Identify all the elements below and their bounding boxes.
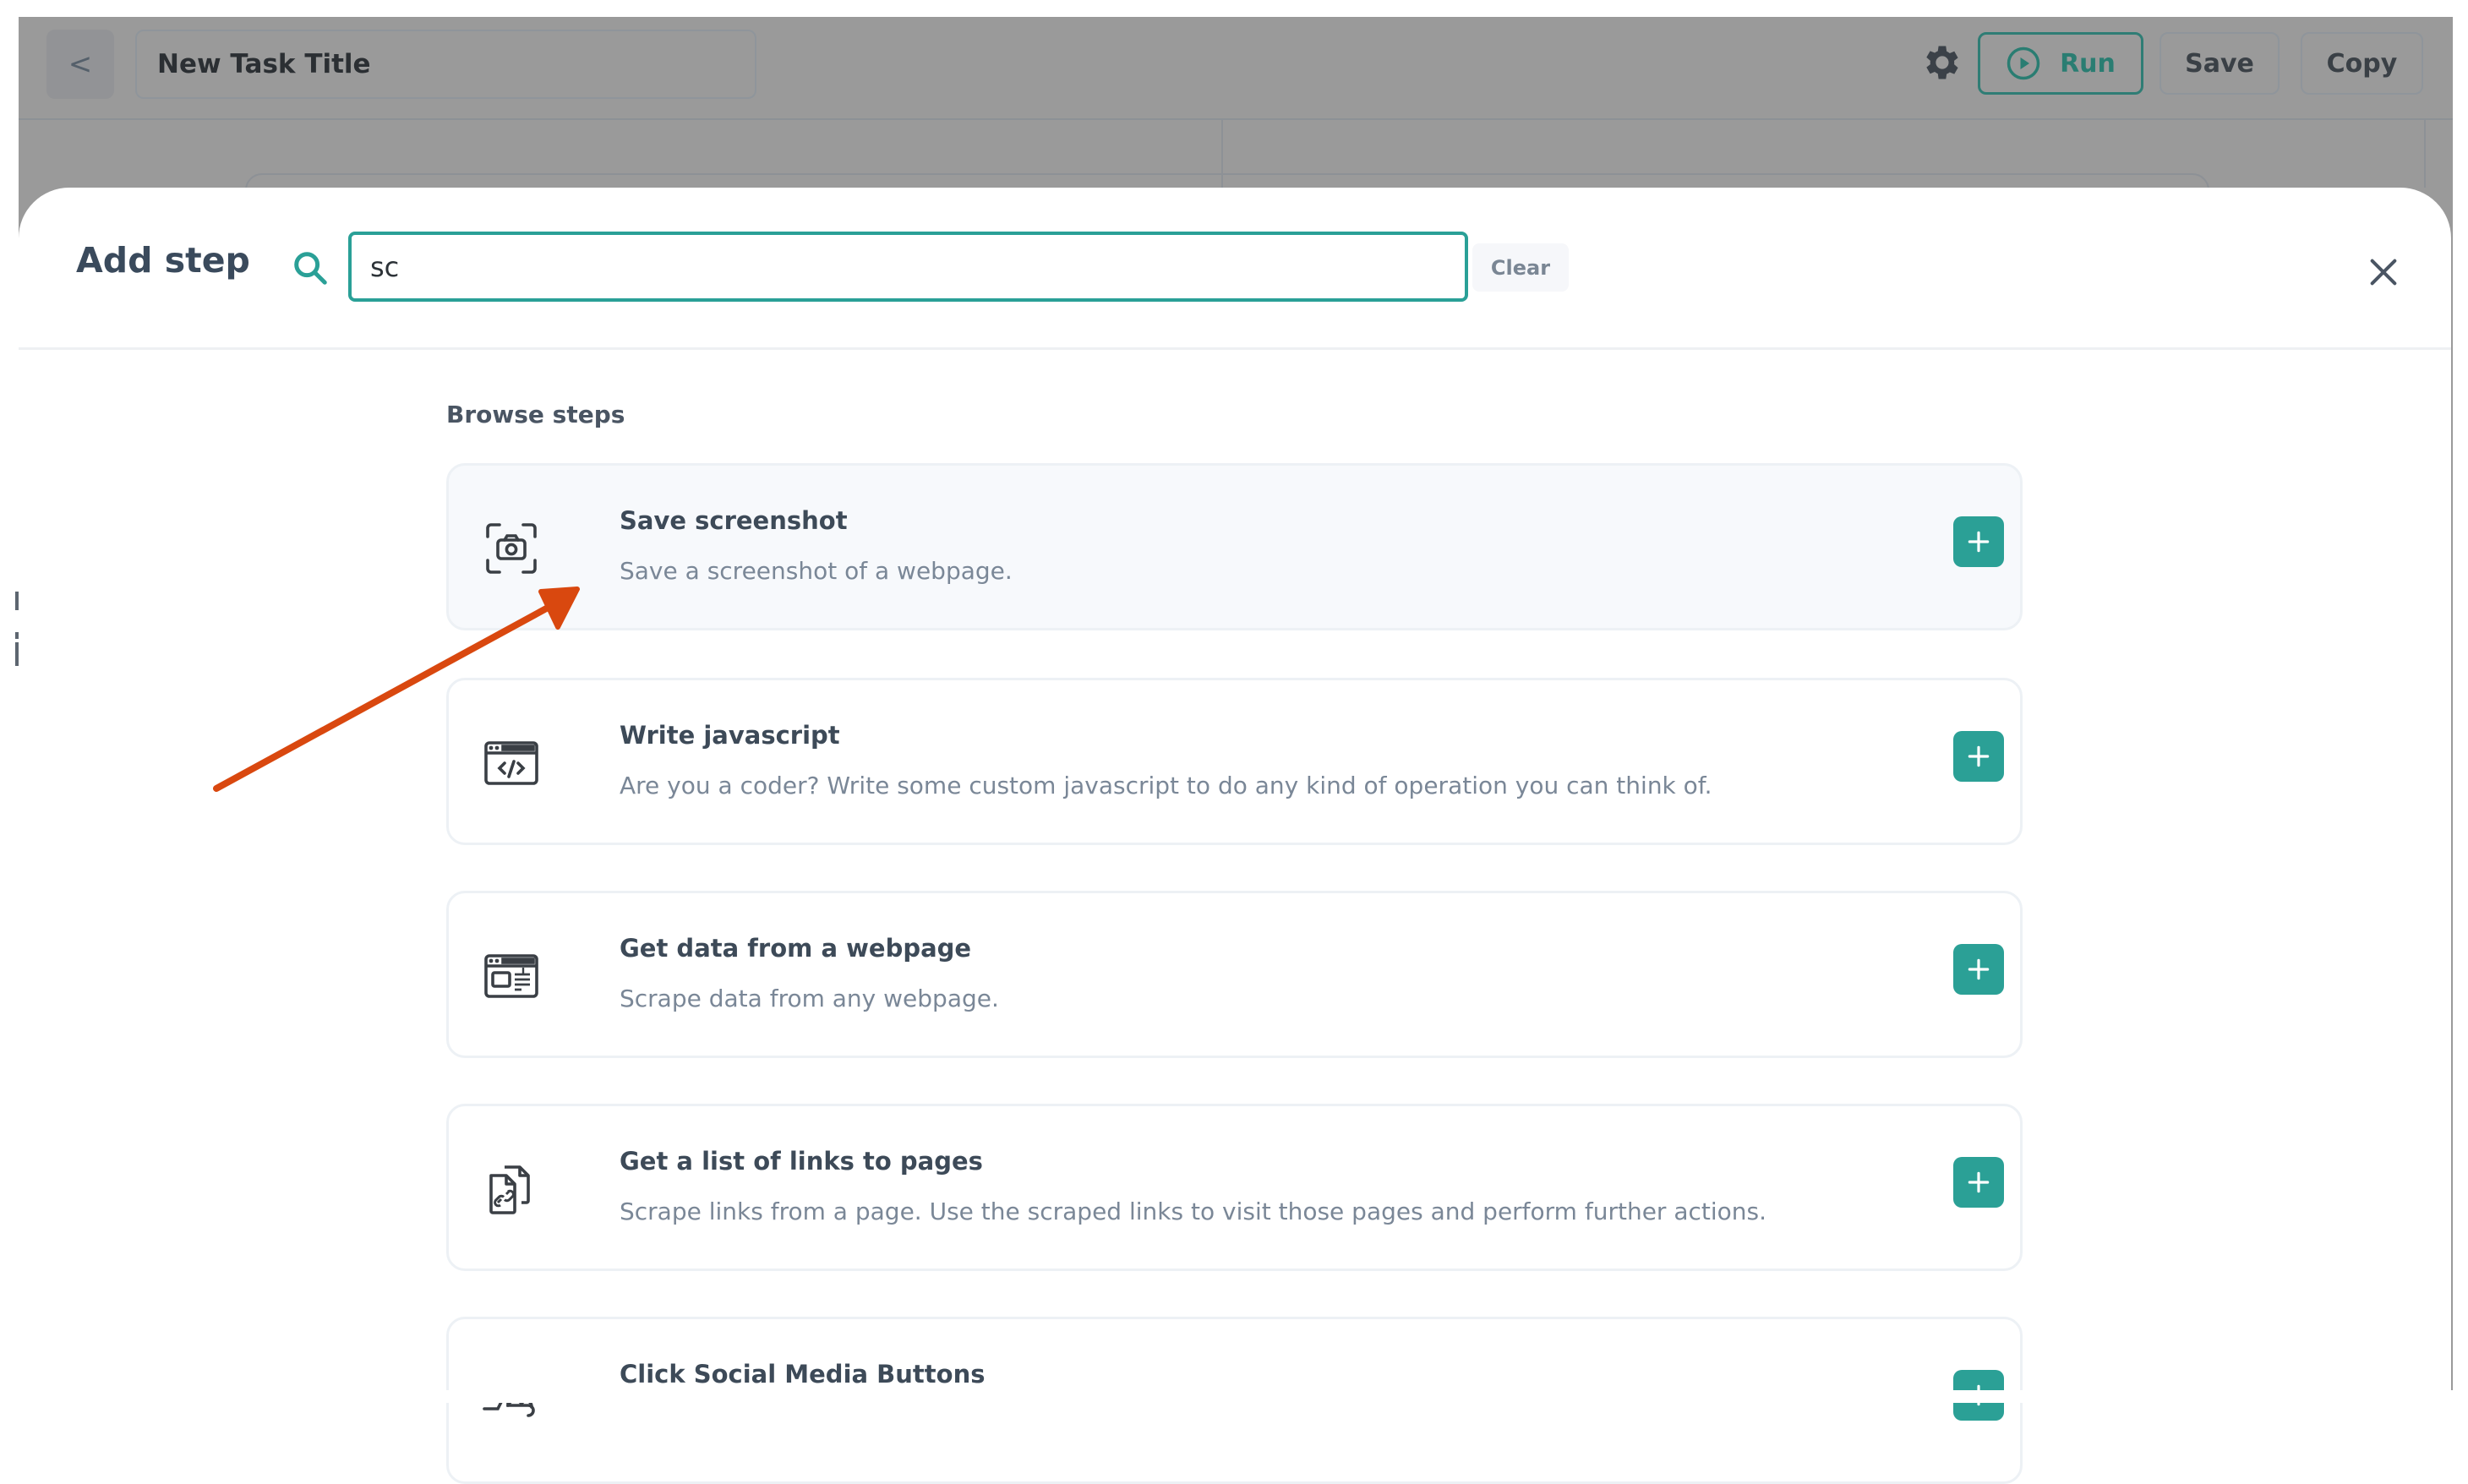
modal-title: Add step [76, 240, 250, 281]
save-label: Save [2185, 48, 2254, 79]
page-bottom-edge [0, 1390, 2468, 1403]
step-title: Get a list of links to pages [620, 1147, 983, 1176]
modal-header: Add step Clear [19, 188, 2451, 350]
copy-label: Copy [2326, 48, 2398, 79]
browse-steps-label: Browse steps [446, 401, 625, 428]
close-icon[interactable] [2367, 255, 2400, 289]
step-title: Write javascript [620, 721, 840, 750]
step-title: Save screenshot [620, 506, 848, 535]
background-divider [2424, 120, 2426, 188]
copy-button[interactable]: Copy [2301, 32, 2423, 95]
step-card-save-screenshot[interactable]: Save screenshot Save a screenshot of a w… [446, 463, 2023, 630]
plus-icon [1968, 745, 1990, 767]
play-circle-icon [2007, 46, 2040, 80]
back-button[interactable]: < [46, 30, 114, 99]
step-title: Get data from a webpage [620, 934, 972, 963]
step-card-write-javascript[interactable]: Write javascript Are you a coder? Write … [446, 678, 2023, 845]
step-card-get-data[interactable]: Get data from a webpage Scrape data from… [446, 891, 2023, 1058]
add-step-button[interactable] [1953, 516, 2004, 567]
plus-icon [1968, 531, 1990, 553]
add-step-modal: Add step Clear Browse steps Save screens… [19, 188, 2451, 1484]
gear-icon[interactable] [1919, 41, 1963, 85]
step-description: Scrape links from a page. Use the scrape… [620, 1198, 1767, 1225]
step-search-input[interactable] [348, 232, 1468, 302]
add-step-button[interactable] [1953, 944, 2004, 995]
step-title: Click Social Media Buttons [620, 1360, 986, 1389]
step-description: Are you a coder? Write some custom javas… [620, 772, 1712, 799]
task-title-text: New Task Title [157, 49, 371, 79]
add-step-button[interactable] [1953, 1157, 2004, 1208]
chevron-left-icon: < [68, 47, 93, 81]
run-button[interactable]: Run [1978, 32, 2143, 95]
webpage-data-icon [484, 954, 538, 998]
run-label: Run [2060, 48, 2116, 79]
plus-icon [1968, 1171, 1990, 1193]
add-step-button[interactable] [1953, 731, 2004, 782]
clear-label: Clear [1490, 255, 1551, 280]
linked-documents-icon [489, 1165, 530, 1214]
task-title-input[interactable]: New Task Title [135, 30, 756, 99]
save-button[interactable]: Save [2160, 32, 2280, 95]
step-card-get-links[interactable]: Get a list of links to pages Scrape link… [446, 1104, 2023, 1271]
screenshot-camera-icon [486, 523, 537, 574]
step-description: Scrape data from any webpage. [620, 985, 999, 1012]
code-window-icon [484, 741, 538, 785]
search-icon [294, 252, 327, 285]
plus-icon [1968, 958, 1990, 980]
step-description: Save a screenshot of a webpage. [620, 557, 1013, 585]
clear-search-button[interactable]: Clear [1472, 243, 1569, 292]
